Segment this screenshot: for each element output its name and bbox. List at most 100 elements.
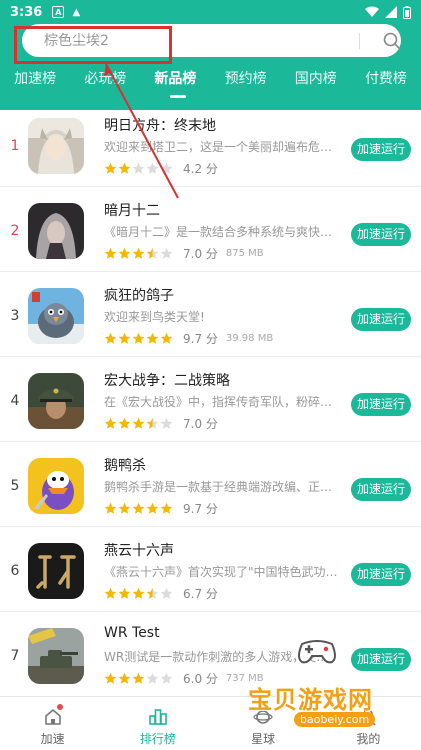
bottom-nav: 加速 排行榜 星球 我的 [0, 696, 421, 750]
app-name: WR Test [104, 625, 160, 641]
star-rating [104, 332, 173, 345]
header: 加速榜 必玩榜 新品榜 预约榜 国内榜 付费榜 [0, 24, 421, 110]
star-icon [160, 162, 173, 174]
app-list: 1 明日方舟：终末地 欢迎来到塔卫二，这是一个美丽却遍布危机... 4.2 分 … [0, 102, 421, 697]
a-notification-icon: A [52, 6, 65, 18]
star-icon [104, 332, 117, 344]
rank-number: 6 [10, 563, 20, 579]
list-item[interactable]: 3 疯狂的鸽子 欢迎来到鸟类天堂! 9.7 分 39.98 MB 加速运行 [0, 272, 421, 357]
home-icon [44, 709, 61, 725]
list-item[interactable]: 7 WR Test WR测试是一款动作刺激的多人游戏，支持6... 6.0 分 … [0, 612, 421, 697]
star-icon [160, 332, 173, 344]
star-icon [146, 247, 159, 259]
rating-score: 7.0 分 [183, 417, 218, 431]
star-rating [104, 587, 173, 600]
nav-profile[interactable]: 我的 [316, 697, 421, 750]
list-item[interactable]: 2 暗月十二 《暗月十二》是一款结合多种系统与爽快动... 7.0 分 875 … [0, 187, 421, 272]
rating-score: 6.7 分 [183, 587, 218, 601]
rating-score: 9.7 分 [183, 332, 218, 346]
app-name: 疯狂的鸽子 [104, 288, 174, 304]
tab-reservation[interactable]: 预约榜 [211, 68, 281, 98]
star-icon [146, 587, 159, 599]
nav-ranking[interactable]: 排行榜 [105, 697, 210, 750]
rank-number: 3 [10, 308, 20, 324]
rating-score: 7.0 分 [183, 247, 218, 261]
app-description: WR测试是一款动作刺激的多人游戏，支持6... [104, 650, 340, 664]
nav-label: 我的 [356, 732, 381, 746]
yanyun-icon[interactable] [28, 543, 84, 599]
search-icon[interactable] [382, 31, 402, 51]
star-icon [160, 502, 173, 514]
app-name: 暗月十二 [104, 203, 160, 219]
tank-icon[interactable] [28, 628, 84, 684]
star-icon [160, 417, 173, 429]
accelerate-run-button[interactable]: 加速运行 [351, 478, 411, 501]
rank-number: 4 [10, 393, 20, 409]
star-icon [104, 672, 117, 684]
search-divider [359, 33, 360, 49]
list-item[interactable]: 4 宏大战争：二战策略 在《宏大战役》中，指挥传奇军队，粉碎敌... 7.0 分… [0, 357, 421, 442]
tab-indicator [170, 95, 186, 98]
star-icon [132, 502, 145, 514]
app-name: 宏大战争：二战策略 [104, 373, 230, 389]
star-icon [104, 162, 117, 174]
goose-icon[interactable] [28, 458, 84, 514]
planet-icon [253, 710, 273, 724]
app-name: 燕云十六声 [104, 543, 174, 559]
app-description: 欢迎来到鸟类天堂! [104, 310, 205, 324]
warning-icon: ▲ [72, 6, 81, 18]
tab-speedup[interactable]: 加速榜 [0, 68, 70, 98]
tab-must-play[interactable]: 必玩榜 [70, 68, 140, 98]
pigeon-icon[interactable] [28, 288, 84, 344]
star-rating [104, 672, 173, 685]
search-bar[interactable] [22, 24, 401, 57]
officer-icon[interactable] [28, 373, 84, 429]
arknights-icon[interactable] [28, 118, 84, 174]
star-rating [104, 417, 173, 430]
dark-moon-icon[interactable] [28, 203, 84, 259]
accelerate-run-button[interactable]: 加速运行 [351, 308, 411, 331]
battery-icon [403, 5, 411, 19]
star-icon [118, 162, 131, 174]
accelerate-run-button[interactable]: 加速运行 [351, 138, 411, 161]
app-description: 鹅鸭杀手游是一款基于经典端游改编、正版... [104, 480, 340, 494]
search-input[interactable] [44, 30, 324, 52]
rating-score: 4.2 分 [183, 162, 218, 176]
tab-new[interactable]: 新品榜 [140, 68, 210, 98]
nav-speedup[interactable]: 加速 [0, 697, 105, 750]
accelerate-run-button[interactable]: 加速运行 [351, 648, 411, 671]
accelerate-run-button[interactable]: 加速运行 [351, 563, 411, 586]
status-time: 3:36 [10, 4, 43, 20]
star-icon [104, 417, 117, 429]
star-icon [132, 587, 145, 599]
rank-number: 5 [10, 478, 20, 494]
app-description: 《暗月十二》是一款结合多种系统与爽快动... [104, 225, 340, 239]
list-item[interactable]: 6 燕云十六声 《燕云十六声》首次实现了"中国特色武功"... 6.7 分 加速… [0, 527, 421, 612]
list-item[interactable]: 1 明日方舟：终末地 欢迎来到塔卫二，这是一个美丽却遍布危机... 4.2 分 … [0, 102, 421, 187]
star-icon [160, 247, 173, 259]
star-icon [132, 417, 145, 429]
accelerate-run-button[interactable]: 加速运行 [351, 393, 411, 416]
tab-domestic[interactable]: 国内榜 [281, 68, 351, 98]
app-name: 鹅鸭杀 [104, 458, 146, 474]
accelerate-run-button[interactable]: 加速运行 [351, 223, 411, 246]
file-size: 737 MB [225, 673, 264, 684]
list-item[interactable]: 5 鹅鸭杀 鹅鸭杀手游是一款基于经典端游改编、正版... 9.7 分 加速运行 [0, 442, 421, 527]
star-icon [132, 162, 145, 174]
rating-score: 6.0 分 [183, 672, 218, 686]
notification-badge [57, 704, 63, 710]
star-icon [146, 417, 159, 429]
rating-score: 9.7 分 [183, 502, 218, 516]
app-description: 欢迎来到塔卫二，这是一个美丽却遍布危机... [104, 140, 340, 154]
tab-paid[interactable]: 付费榜 [351, 68, 421, 98]
star-icon [132, 332, 145, 344]
star-icon [118, 587, 131, 599]
star-icon [118, 332, 131, 344]
file-size: 39.98 MB [225, 333, 274, 344]
nav-planet[interactable]: 星球 [211, 697, 316, 750]
star-icon [146, 332, 159, 344]
signal-icon [385, 6, 397, 18]
app-description: 在《宏大战役》中，指挥传奇军队，粉碎敌... [104, 395, 340, 409]
app-name: 明日方舟：终末地 [104, 118, 216, 134]
star-icon [146, 672, 159, 684]
